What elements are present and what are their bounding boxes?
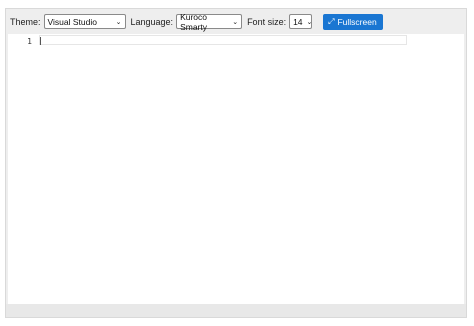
editor-toolbar: Theme: Visual Studio ⌄ Language: Kuroco … <box>6 9 466 34</box>
chevron-down-icon: ⌄ <box>306 18 313 26</box>
language-label: Language: <box>130 16 174 27</box>
editor-status-bar <box>6 304 466 317</box>
language-select-value: Kuroco Smarty <box>180 11 207 32</box>
language-select[interactable]: Kuroco Smarty ⌄ <box>176 11 243 32</box>
text-cursor <box>40 37 41 45</box>
theme-label: Theme: <box>10 16 41 27</box>
fullscreen-button-label: Fullscreen <box>337 16 377 27</box>
line-number: 1 <box>27 37 32 46</box>
font-size-select-value: 14 <box>293 16 303 27</box>
line-number-gutter: 1 <box>8 34 38 304</box>
chevron-down-icon: ⌄ <box>232 18 239 26</box>
expand-arrows-icon: ⤢ <box>328 16 335 26</box>
font-size-label: Font size: <box>247 16 287 27</box>
font-size-select[interactable]: 14 ⌄ <box>289 14 312 29</box>
active-line-highlight <box>39 35 407 45</box>
code-editor-area[interactable]: 1 <box>8 34 464 304</box>
code-editor-widget: Theme: Visual Studio ⌄ Language: Kuroco … <box>5 8 467 318</box>
fullscreen-button[interactable]: ⤢ Fullscreen <box>323 13 383 30</box>
chevron-down-icon: ⌄ <box>115 18 122 26</box>
theme-select-value: Visual Studio <box>47 16 97 27</box>
theme-select[interactable]: Visual Studio ⌄ <box>43 14 126 29</box>
